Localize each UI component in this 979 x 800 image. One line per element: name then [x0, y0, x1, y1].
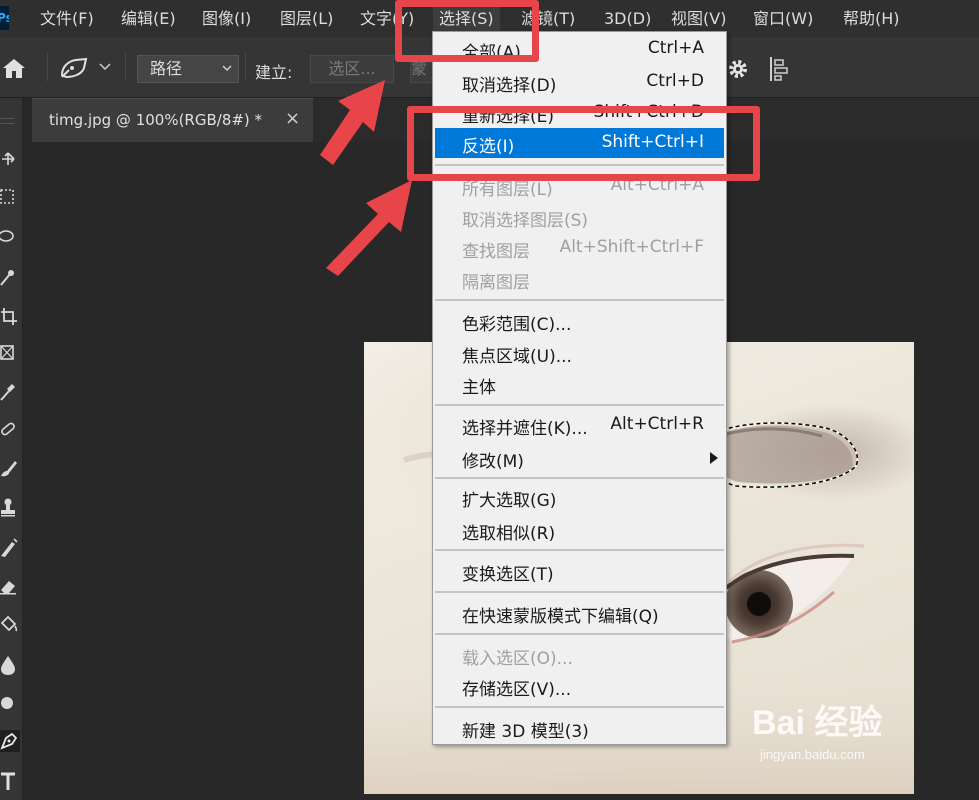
menu-item-find-layers[interactable]: 查找图层 Alt+Shift+Ctrl+F: [435, 233, 724, 263]
menu-item-label: 隔离图层: [462, 273, 530, 293]
menu-item-quick-mask[interactable]: 在快速蒙版模式下编辑(Q): [435, 598, 724, 628]
menu-item-deselect-layers[interactable]: 取消选择图层(S): [435, 202, 724, 232]
menu-separator: [435, 404, 724, 406]
frame-tool-icon[interactable]: [0, 342, 20, 364]
menu-item-color-range[interactable]: 色彩范围(C)...: [435, 306, 724, 336]
make-selection-button[interactable]: 选区...: [310, 55, 394, 83]
make-label: 建立:: [255, 63, 293, 82]
menu-item-similar[interactable]: 选取相似(R): [435, 515, 724, 545]
menu-item-label: 新建 3D 模型(3): [462, 722, 589, 742]
healing-brush-tool-icon[interactable]: [0, 418, 20, 440]
menu-item-shortcut: Alt+Ctrl+R: [610, 414, 704, 434]
submenu-arrow-icon: [710, 452, 718, 464]
menu-help[interactable]: 帮助(H): [843, 0, 900, 37]
annotation-box-inverse: [407, 106, 760, 181]
options-separator: [47, 53, 48, 81]
menu-item-label: 取消选择图层(S): [462, 211, 589, 231]
quick-select-tool-icon[interactable]: [0, 266, 20, 288]
menu-file[interactable]: 文件(F): [40, 0, 94, 37]
menu-item-label: 修改(M): [462, 452, 524, 472]
dodge-tool-icon[interactable]: [0, 692, 20, 714]
menu-item-shortcut: Ctrl+A: [647, 38, 704, 58]
menu-separator: [435, 591, 724, 593]
menu-item-deselect[interactable]: 取消选择(D) Ctrl+D: [435, 67, 724, 97]
stamp-tool-icon[interactable]: [0, 496, 20, 518]
type-tool-icon[interactable]: [0, 770, 20, 792]
move-tool-icon[interactable]: [0, 148, 20, 170]
crop-tool-icon[interactable]: [0, 306, 20, 328]
menu-item-shortcut: Alt+Shift+Ctrl+F: [559, 237, 704, 257]
menu-item-label: 扩大选取(G): [462, 491, 557, 511]
photoshop-logo: Ps: [0, 6, 9, 30]
menu-item-isolate-layers[interactable]: 隔离图层: [435, 264, 724, 294]
tools-panel: [0, 98, 23, 800]
menu-item-label: 载入选区(O)...: [462, 649, 573, 669]
menu-item-label: 主体: [462, 378, 496, 398]
baidu-jingyan-watermark: Bai 经验 jingyan.baidu.com: [752, 695, 932, 765]
eyedropper-tool-icon[interactable]: [0, 380, 20, 402]
menu-item-label: 存储选区(V)...: [462, 680, 572, 700]
brush-tool-icon[interactable]: [0, 456, 20, 478]
menu-separator: [435, 299, 724, 301]
menu-window[interactable]: 窗口(W): [753, 0, 813, 37]
path-mode-select[interactable]: 路径: [137, 55, 239, 83]
panel-grip[interactable]: [0, 118, 14, 124]
home-icon[interactable]: [2, 57, 26, 79]
chevron-down-icon[interactable]: [99, 63, 111, 71]
menu-item-label: 在快速蒙版模式下编辑(Q): [462, 607, 659, 627]
options-separator: [125, 53, 126, 81]
menu-item-label: 焦点区域(U)...: [462, 347, 572, 367]
annotation-box-select-menu: [395, 0, 539, 62]
blur-tool-icon[interactable]: [0, 654, 20, 676]
menu-item-select-and-mask[interactable]: 选择并遮住(K)... Alt+Ctrl+R: [435, 410, 724, 440]
pen-tool-icon[interactable]: [58, 55, 92, 81]
menu-item-label: 色彩范围(C)...: [462, 315, 572, 335]
options-separator: [245, 53, 246, 81]
chevron-down-icon: [222, 65, 232, 72]
menu-item-label: 选取相似(R): [462, 524, 556, 544]
marquee-tool-icon[interactable]: [0, 186, 20, 208]
menu-item-subject[interactable]: 主体: [435, 369, 724, 399]
watermark-brand: Bai 经验: [752, 704, 883, 742]
menu-item-label: 查找图层: [462, 242, 530, 262]
menu-separator: [435, 633, 724, 635]
lasso-tool-icon[interactable]: [0, 226, 20, 248]
menu-item-label: 变换选区(T): [462, 565, 554, 585]
menu-item-label: 选择并遮住(K)...: [462, 419, 588, 439]
menu-item-transform-selection[interactable]: 变换选区(T): [435, 556, 724, 586]
path-mode-value: 路径: [150, 59, 183, 78]
history-brush-tool-icon[interactable]: [0, 536, 20, 558]
menu-layer[interactable]: 图层(L): [280, 0, 333, 37]
menu-item-grow[interactable]: 扩大选取(G): [435, 482, 724, 512]
menu-item-new-3d-model[interactable]: 新建 3D 模型(3): [435, 713, 724, 743]
pen-tool-icon[interactable]: [0, 730, 20, 752]
menu-item-modify[interactable]: 修改(M): [435, 443, 724, 473]
watermark-url: jingyan.baidu.com: [760, 747, 865, 762]
menu-item-load-selection[interactable]: 载入选区(O)...: [435, 640, 724, 670]
document-tab[interactable]: timg.jpg @ 100%(RGB/8#) * ×: [32, 98, 313, 142]
path-alignment-icon[interactable]: [768, 55, 792, 83]
eraser-tool-icon[interactable]: [0, 574, 20, 596]
menu-edit[interactable]: 编辑(E): [121, 0, 176, 37]
document-tab-title: timg.jpg @ 100%(RGB/8#) *: [49, 111, 263, 129]
menu-item-shortcut: Ctrl+D: [646, 71, 704, 91]
menu-item-focus-area[interactable]: 焦点区域(U)...: [435, 338, 724, 368]
menu-separator: [435, 477, 724, 479]
paint-bucket-tool-icon[interactable]: [0, 614, 20, 636]
gear-icon[interactable]: [726, 57, 750, 81]
menu-separator: [435, 549, 724, 551]
menu-item-save-selection[interactable]: 存储选区(V)...: [435, 671, 724, 701]
close-icon[interactable]: ×: [285, 108, 300, 129]
menu-image[interactable]: 图像(I): [202, 0, 251, 37]
menu-item-label: 取消选择(D): [462, 76, 557, 96]
menu-separator: [435, 706, 724, 708]
